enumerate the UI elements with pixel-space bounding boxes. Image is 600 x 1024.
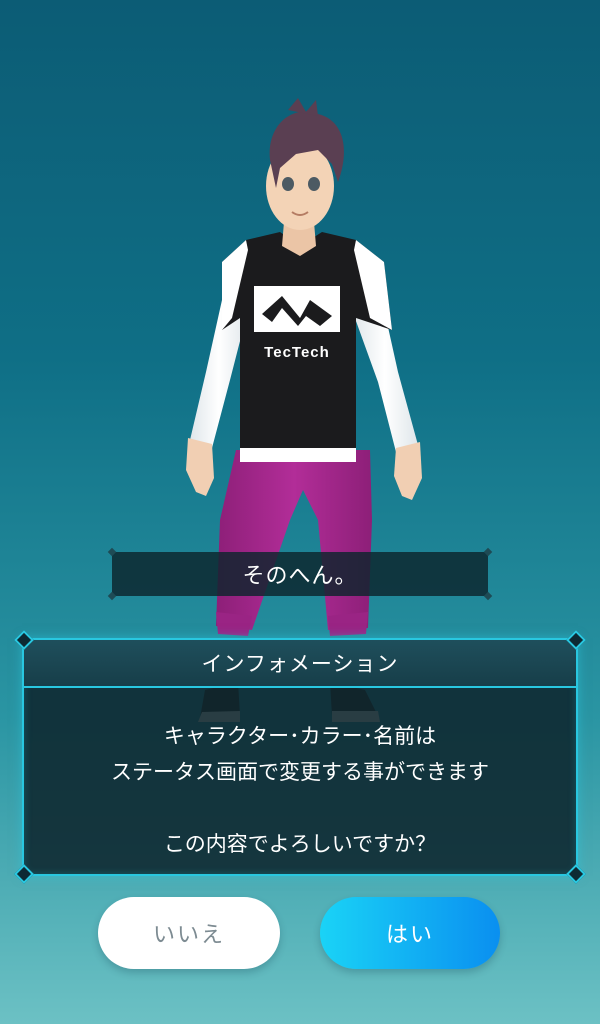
no-button[interactable]: いいえ: [98, 897, 280, 969]
dialog-message-line: キャラクター･カラー･名前は: [163, 724, 437, 748]
character-head: [266, 98, 344, 230]
information-dialog: インフォメーション キャラクター･カラー･名前は ステータス画面で変更する事がで…: [14, 630, 586, 884]
dialog-message-line: ステータス画面で変更する事ができます: [111, 760, 489, 784]
dialog-message: キャラクター･カラー･名前は ステータス画面で変更する事ができます この内容でよ…: [24, 688, 576, 862]
dialog-question: この内容でよろしいですか？: [163, 832, 437, 856]
dialog-corner-decoration: [566, 864, 586, 884]
no-button-label: いいえ: [152, 923, 225, 948]
yes-button[interactable]: はい: [320, 897, 500, 969]
dialog-spacer: [24, 790, 576, 826]
shirt-logo-text: TecTech: [264, 344, 330, 361]
yes-button-label: はい: [385, 923, 434, 948]
pants: [216, 450, 372, 636]
dialog-title: インフォメーション: [24, 640, 576, 688]
character-avatar: TecTech: [186, 98, 422, 722]
character-name-plate: そのへん。: [107, 547, 493, 601]
character-name: そのへん。: [242, 564, 358, 589]
dialog-corner-decoration: [14, 864, 34, 884]
